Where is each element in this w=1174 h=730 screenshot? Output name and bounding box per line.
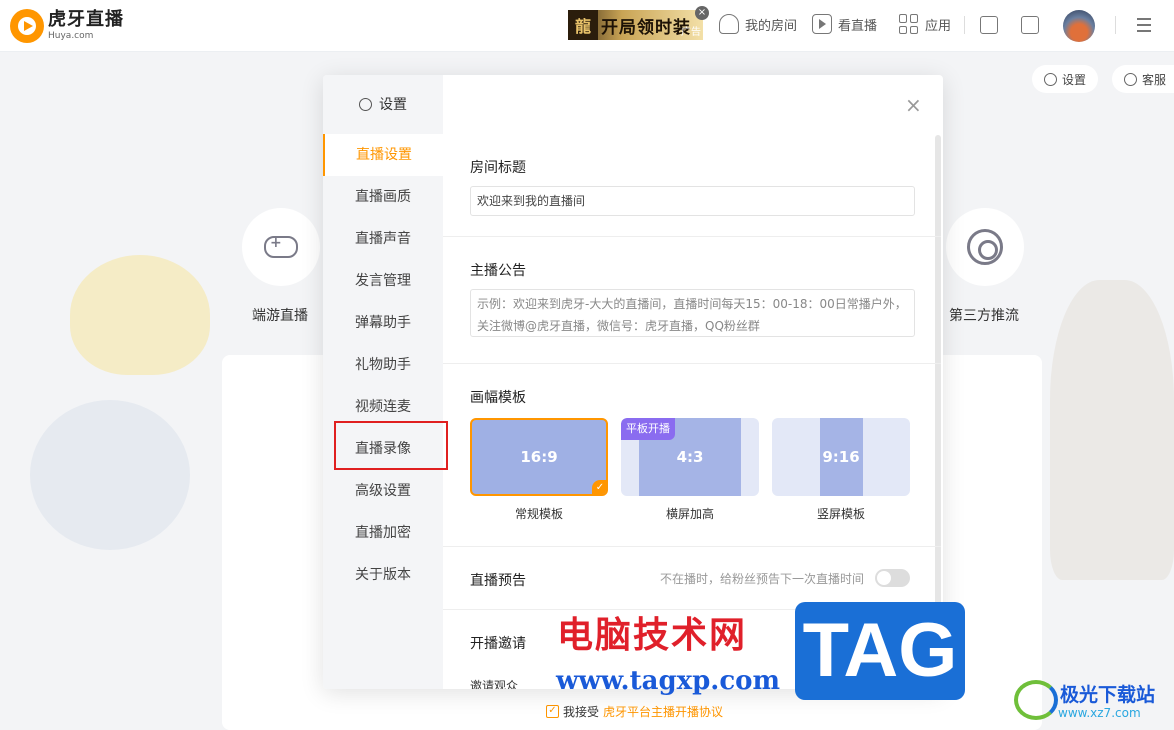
template-4-3[interactable]: 4:3 平板开播	[621, 418, 759, 496]
settings-title-label: 设置	[379, 97, 407, 113]
sidebar-item-chat-management[interactable]: 发言管理	[323, 260, 443, 302]
play-icon	[812, 14, 832, 34]
obs-icon	[967, 229, 1003, 265]
template-9-16[interactable]: 9:16	[772, 418, 910, 496]
nav-my-room[interactable]: 我的房间	[719, 14, 797, 34]
nav-apps-label: 应用	[925, 18, 952, 34]
logo-title: 虎牙直播	[48, 9, 124, 30]
tablet-badge: 平板开播	[621, 418, 675, 440]
bg-settings-button[interactable]: 设置	[1032, 65, 1099, 93]
huya-logo[interactable]: 虎牙直播 Huya.com	[10, 9, 124, 43]
logo-subtitle: Huya.com	[48, 31, 94, 41]
nav-watch-live[interactable]: 看直播	[812, 14, 877, 34]
watermark-jiguang-name: 极光下载站	[1060, 684, 1156, 706]
menu-icon[interactable]	[1137, 18, 1151, 32]
third-party-stream-label: 第三方推流	[949, 308, 1019, 324]
notice-label: 主播公告	[470, 263, 526, 279]
notice-textarea[interactable]: 示例：欢迎来到虎牙-大大的直播间，直播时间每天15：00-18：00日常播户外，…	[470, 289, 915, 337]
settings-dialog: 设置 直播设置 直播画质 直播声音 发言管理 弹幕助手 礼物助手 视频连麦 直播…	[323, 75, 943, 689]
apps-icon	[899, 14, 919, 34]
sidebar-item-live-settings[interactable]: 直播设置	[323, 134, 443, 176]
sidebar-item-danmaku-assistant[interactable]: 弹幕助手	[323, 302, 443, 344]
agreement-checkbox[interactable]: ✓	[546, 705, 559, 718]
close-icon[interactable]: ×	[905, 95, 922, 115]
ad-close-icon[interactable]: ×	[695, 6, 709, 20]
watermark-jiguang-logo	[1014, 680, 1058, 720]
nav-divider	[1115, 16, 1116, 34]
highlight-box	[334, 421, 448, 470]
top-bar: 虎牙直播 Huya.com 龍 开局领时装 广告 × 我的房间 看直播 应用	[0, 0, 1174, 52]
calendar-icon[interactable]	[1021, 16, 1039, 34]
room-title-input[interactable]: 欢迎来到我的直播间	[470, 186, 915, 216]
preview-hint: 不在播时，给粉丝预告下一次直播时间	[660, 572, 865, 586]
bg-service-label: 客服	[1142, 72, 1167, 87]
nav-apps[interactable]: 应用	[899, 14, 951, 34]
headset-icon	[1124, 72, 1137, 86]
checkmark-icon: ✓	[592, 480, 606, 494]
settings-sidebar: 设置 直播设置 直播画质 直播声音 发言管理 弹幕助手 礼物助手 视频连麦 直播…	[323, 75, 443, 689]
message-icon[interactable]	[980, 16, 998, 34]
template-label: 画幅模板	[470, 390, 526, 406]
section-divider	[443, 236, 941, 237]
settings-title: 设置	[323, 75, 443, 133]
gear-icon	[359, 97, 372, 111]
template-9-16-name: 竖屏模板	[816, 507, 865, 521]
nav-my-room-label: 我的房间	[745, 18, 798, 34]
template-4-3-name: 横屏加高	[665, 507, 714, 521]
pc-game-mode-button[interactable]	[242, 208, 320, 286]
mascot-illustration	[30, 400, 190, 550]
agreement-text: 我接受	[563, 705, 600, 719]
sidebar-item-gift-assistant[interactable]: 礼物助手	[323, 344, 443, 386]
section-divider	[443, 546, 941, 547]
ad-banner[interactable]: 龍 开局领时装 广告 ×	[568, 6, 709, 40]
watermark-tag-logo: TAG	[795, 602, 965, 700]
invite-viewers-label: 邀请观众	[470, 679, 519, 689]
anime-girl-illustration	[1050, 280, 1174, 580]
preview-label: 直播预告	[470, 573, 526, 589]
sidebar-item-audio[interactable]: 直播声音	[323, 218, 443, 260]
ad-text: 开局领时装	[601, 17, 691, 38]
huya-logo-icon	[10, 9, 44, 43]
sidebar-item-video-quality[interactable]: 直播画质	[323, 176, 443, 218]
invite-label: 开播邀请	[470, 636, 526, 652]
watermark-url: www.tagxp.com	[556, 666, 781, 696]
agreement-row[interactable]: ✓ 我接受 虎牙平台主播开播协议	[546, 703, 723, 720]
avatar[interactable]	[1063, 10, 1095, 42]
bg-settings-label: 设置	[1062, 72, 1087, 87]
mascot-illustration	[70, 255, 210, 375]
agreement-link[interactable]: 虎牙平台主播开播协议	[603, 703, 723, 720]
ad-badge-icon: 龍	[568, 10, 598, 40]
gear-icon	[1044, 72, 1057, 86]
ad-tag: 广告	[681, 27, 701, 38]
sidebar-item-encryption[interactable]: 直播加密	[323, 512, 443, 554]
pc-game-mode-label: 端游直播	[252, 308, 308, 324]
template-16-9-name: 常规模板	[514, 507, 563, 521]
watermark-jiguang-url: www.xz7.com	[1058, 706, 1141, 720]
preview-toggle[interactable]	[875, 569, 910, 587]
template-16-9[interactable]: 16:9 ✓	[470, 418, 608, 496]
nav-divider	[964, 16, 965, 34]
nav-watch-live-label: 看直播	[838, 18, 878, 34]
section-divider	[443, 363, 941, 364]
template-16-9-ratio: 16:9	[520, 448, 558, 466]
home-icon	[719, 14, 739, 34]
gamepad-icon	[264, 235, 298, 258]
third-party-stream-button[interactable]	[946, 208, 1024, 286]
room-title-label: 房间标题	[470, 160, 526, 176]
sidebar-item-about[interactable]: 关于版本	[323, 554, 443, 596]
watermark-text: 电脑技术网	[557, 615, 748, 656]
bg-service-button[interactable]: 客服	[1112, 65, 1174, 93]
template-9-16-ratio: 9:16	[822, 448, 860, 466]
sidebar-item-advanced[interactable]: 高级设置	[323, 470, 443, 512]
